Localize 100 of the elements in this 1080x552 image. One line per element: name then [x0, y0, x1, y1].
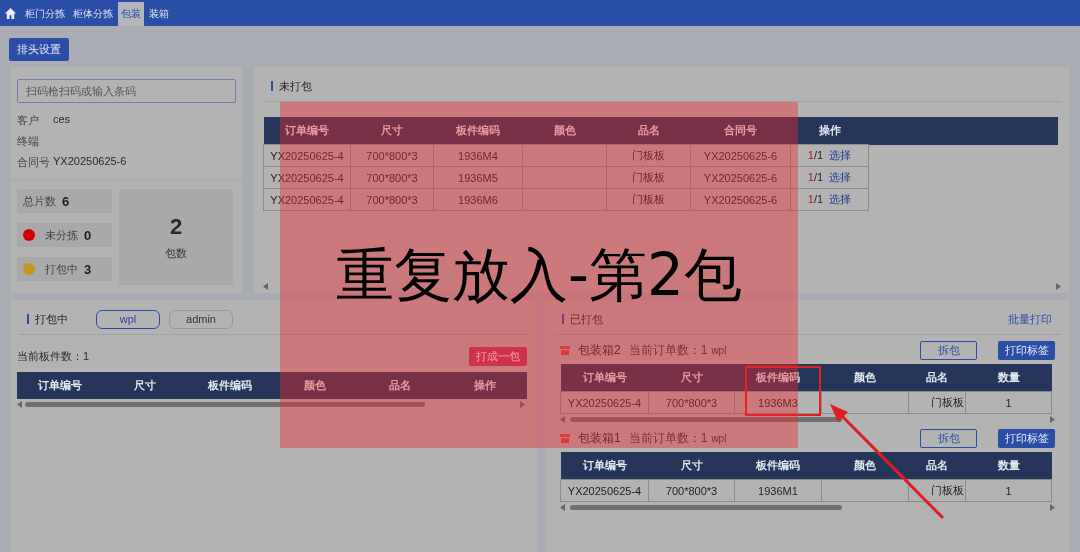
table-cell: 1936M5	[433, 166, 523, 189]
table-cell: YX20250625-4	[263, 166, 351, 189]
select-link[interactable]: 选择	[829, 171, 852, 183]
scroll-left-icon[interactable]	[560, 416, 566, 423]
pack-button[interactable]: 打成一包	[469, 347, 527, 366]
table-cell: 1936M1	[734, 479, 822, 502]
column-header: 订单编号	[263, 117, 351, 145]
column-header: 品名	[908, 452, 966, 480]
nav-tab[interactable]: 装箱	[146, 2, 172, 26]
panel-title: 已打包	[562, 314, 603, 324]
table-cell: 门板板	[606, 166, 691, 189]
panel-title: 未打包	[271, 81, 312, 91]
scrollbar-thumb[interactable]	[570, 505, 842, 510]
column-header: 品名	[357, 372, 442, 399]
box-icon	[560, 346, 570, 355]
panel-title: 打包中	[27, 314, 68, 324]
box-name: 包装箱1	[578, 430, 621, 447]
column-header: 操作	[442, 372, 527, 399]
table-cell: YX20250625-4	[560, 391, 649, 414]
table-cell: YX20250625-6	[690, 144, 791, 167]
stat-value: 2	[169, 213, 183, 240]
column-header: 操作	[790, 117, 869, 145]
table-cell: YX20250625-4	[263, 144, 351, 167]
column-header: 颜色	[522, 117, 607, 145]
scroll-right-icon[interactable]	[519, 401, 525, 408]
header-settings-button[interactable]: 排头设置	[9, 38, 69, 61]
table-cell: YX20250625-4	[263, 188, 351, 211]
unpack-button[interactable]: 拆包	[920, 429, 977, 448]
user-tab[interactable]: admin	[169, 309, 233, 329]
alert-message: 重复放入-第2包	[336, 246, 742, 304]
table-cell: 700*800*3	[648, 391, 735, 414]
home-icon[interactable]	[4, 7, 17, 20]
panel-count: 当前板件数：1	[17, 349, 90, 364]
unpack-button[interactable]: 拆包	[920, 341, 977, 360]
scroll-left-icon[interactable]	[560, 504, 566, 511]
stat-value: 6	[62, 193, 70, 209]
table-cell: 1/1 选择	[790, 144, 869, 167]
scroll-left-icon[interactable]	[263, 283, 269, 290]
column-header: 尺寸	[648, 452, 735, 480]
table-cell: YX20250625-4	[560, 479, 649, 502]
stat-value: 0	[84, 227, 92, 243]
table-cell: 1936M4	[433, 144, 523, 167]
box-user: wpl	[711, 345, 727, 356]
select-link[interactable]: 选择	[829, 193, 852, 205]
column-header: 板件编码	[433, 117, 523, 145]
print-label-button[interactable]: 打印标签	[998, 429, 1055, 448]
column-header: 尺寸	[350, 117, 434, 145]
nav-tab[interactable]: 柜门分拣	[22, 2, 68, 26]
column-header: 订单编号	[560, 452, 649, 480]
column-header: 数量	[965, 452, 1052, 480]
table-cell: 1/1 选择	[790, 188, 869, 211]
info-label: 终端	[17, 134, 40, 149]
scroll-left-icon[interactable]	[17, 401, 23, 408]
table-cell: 700*800*3	[648, 479, 735, 502]
batch-print-link[interactable]: 批量打印	[1008, 311, 1060, 327]
barcode-input[interactable]: 扫码枪扫码或输入条码	[17, 79, 236, 103]
column-header: 颜色	[272, 372, 357, 399]
column-header: 订单编号	[17, 372, 102, 399]
nav-tab[interactable]: 柜体分拣	[70, 2, 116, 26]
info-value: ces	[53, 113, 72, 127]
table-cell: 1	[965, 391, 1052, 414]
table-cell: 1	[965, 479, 1052, 502]
info-label: 合同号	[17, 155, 51, 170]
table-cell: 门板板	[908, 479, 966, 502]
scrollbar-thumb[interactable]	[570, 417, 842, 422]
table-cell: YX20250625-6	[690, 166, 791, 189]
select-link[interactable]: 选择	[829, 149, 852, 161]
column-header: 品名	[606, 117, 691, 145]
scrollbar-thumb[interactable]	[25, 402, 425, 407]
stat-label: 未分拣	[45, 227, 78, 243]
nav-tab[interactable]: 包装	[118, 2, 144, 26]
scroll-right-icon[interactable]	[1055, 283, 1061, 290]
table-cell: 1936M6	[433, 188, 523, 211]
scroll-right-icon[interactable]	[1049, 416, 1055, 423]
column-header: 数量	[965, 364, 1052, 392]
table-cell: 700*800*3	[350, 144, 434, 167]
table-cell: 1/1 选择	[790, 166, 869, 189]
stat-label: 总片数	[23, 193, 56, 209]
user-tab[interactable]: wpl	[96, 309, 160, 329]
column-header: 颜色	[821, 452, 909, 480]
stat-label: 打包中	[45, 261, 78, 277]
column-header: 品名	[908, 364, 966, 392]
print-label-button[interactable]: 打印标签	[998, 341, 1055, 360]
column-header: 板件编码	[734, 452, 822, 480]
stat-label: 包数	[165, 245, 187, 261]
table-cell: YX20250625-6	[690, 188, 791, 211]
column-header: 合同号	[690, 117, 791, 145]
column-header: 尺寸	[102, 372, 187, 399]
stat-value: 3	[84, 261, 92, 277]
table-cell: 700*800*3	[350, 166, 434, 189]
info-value: YX20250625-6	[53, 155, 128, 169]
table-cell: 门板板	[606, 188, 691, 211]
table-cell: 门板板	[606, 144, 691, 167]
box-user: wpl	[711, 433, 727, 444]
box-icon	[560, 434, 570, 443]
table-cell: 门板板	[908, 391, 966, 414]
column-header: 尺寸	[648, 364, 735, 392]
scroll-right-icon[interactable]	[1049, 504, 1055, 511]
column-header: 颜色	[821, 364, 909, 392]
column-header: 订单编号	[560, 364, 649, 392]
